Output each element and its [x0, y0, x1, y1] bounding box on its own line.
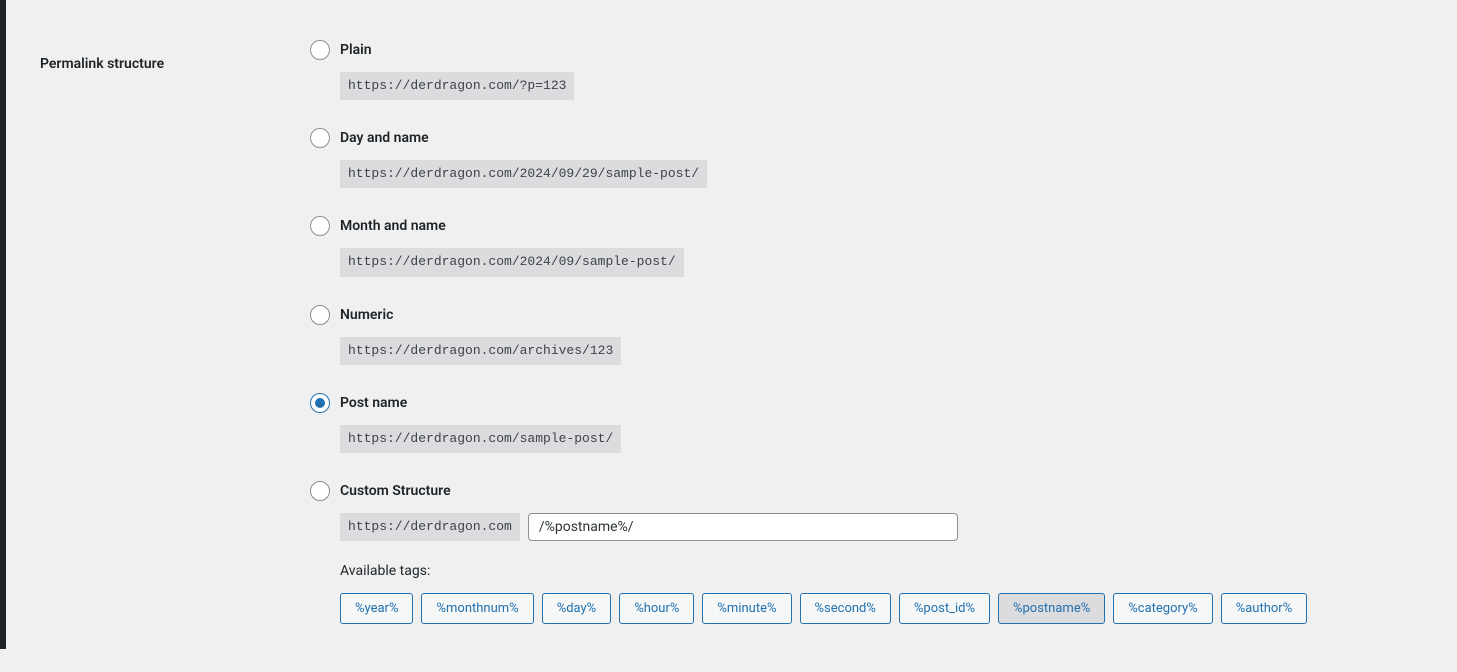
radio-label-day-name[interactable]: Day and name	[340, 130, 429, 146]
radio-label-month-name[interactable]: Month and name	[340, 218, 446, 234]
tag-monthnum[interactable]: %monthnum%	[421, 593, 533, 624]
radio-numeric[interactable]	[310, 305, 330, 325]
tag-hour[interactable]: %hour%	[619, 593, 694, 624]
radio-month-name[interactable]	[310, 216, 330, 236]
radio-label-custom[interactable]: Custom Structure	[340, 483, 451, 499]
tag-author[interactable]: %author%	[1221, 593, 1308, 624]
radio-label-numeric[interactable]: Numeric	[340, 307, 393, 323]
tag-second[interactable]: %second%	[800, 593, 891, 624]
tag-post-id[interactable]: %post_id%	[899, 593, 990, 624]
radio-plain[interactable]	[310, 40, 330, 60]
example-month-name: https://derdragon.com/2024/09/sample-pos…	[340, 248, 684, 276]
permalink-settings-section: Permalink structure Plain https://derdra…	[0, 0, 1457, 672]
options-column: Plain https://derdragon.com/?p=123 Day a…	[310, 40, 1437, 652]
radio-day-name[interactable]	[310, 128, 330, 148]
custom-base-url: https://derdragon.com	[340, 513, 520, 541]
example-plain: https://derdragon.com/?p=123	[340, 72, 574, 100]
tag-day[interactable]: %day%	[542, 593, 612, 624]
tags-row: %year% %monthnum% %day% %hour% %minute% …	[340, 593, 1437, 624]
tag-minute[interactable]: %minute%	[702, 593, 791, 624]
radio-custom[interactable]	[310, 481, 330, 501]
option-day-name: Day and name https://derdragon.com/2024/…	[310, 128, 1437, 188]
tag-category[interactable]: %category%	[1113, 593, 1212, 624]
tag-postname[interactable]: %postname%	[998, 593, 1105, 624]
custom-structure-input[interactable]	[528, 513, 958, 541]
radio-label-plain[interactable]: Plain	[340, 42, 372, 58]
option-plain: Plain https://derdragon.com/?p=123	[310, 40, 1437, 100]
example-numeric: https://derdragon.com/archives/123	[340, 337, 621, 365]
option-numeric: Numeric https://derdragon.com/archives/1…	[310, 305, 1437, 365]
section-label-column: Permalink structure	[40, 40, 310, 652]
radio-post-name[interactable]	[310, 393, 330, 413]
radio-label-post-name[interactable]: Post name	[340, 395, 407, 411]
left-border	[0, 0, 6, 649]
option-custom: Custom Structure https://derdragon.com A…	[310, 481, 1437, 624]
section-heading: Permalink structure	[40, 56, 310, 72]
example-post-name: https://derdragon.com/sample-post/	[340, 425, 621, 453]
example-day-name: https://derdragon.com/2024/09/29/sample-…	[340, 160, 707, 188]
available-tags-label: Available tags:	[340, 563, 1437, 579]
tag-year[interactable]: %year%	[340, 593, 413, 624]
option-month-name: Month and name https://derdragon.com/202…	[310, 216, 1437, 276]
option-post-name: Post name https://derdragon.com/sample-p…	[310, 393, 1437, 453]
